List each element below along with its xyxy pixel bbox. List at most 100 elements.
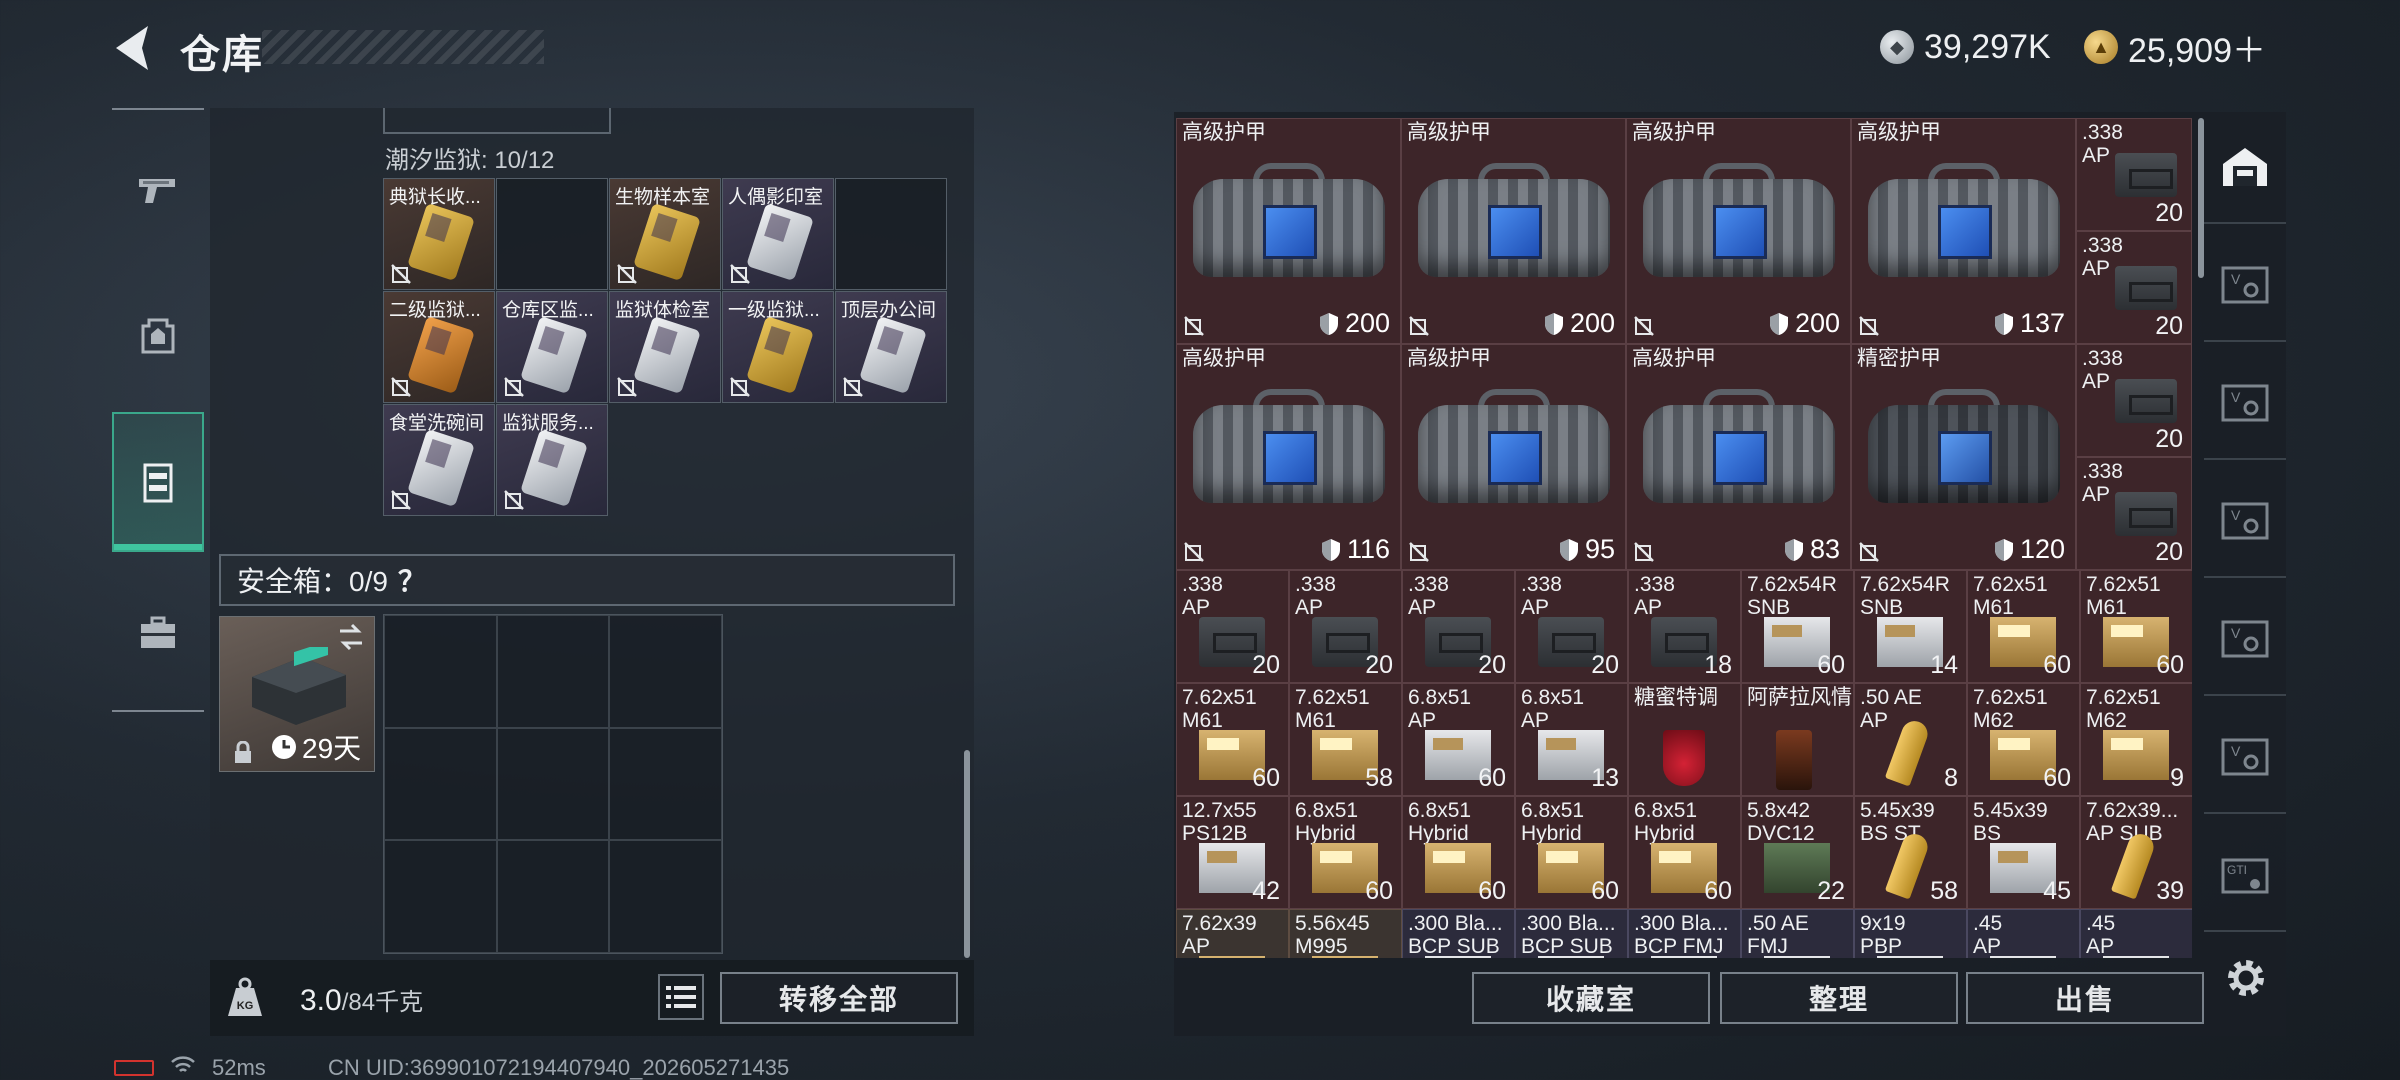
ammo-item[interactable]: 7.62x51 M61 60	[1967, 570, 2080, 683]
stash-tab-gti[interactable]: GTI	[2204, 820, 2286, 932]
ammo-item[interactable]: 6.8x51 Hybrid 60	[1402, 796, 1515, 909]
ammo-item[interactable]: .338 AP 20	[1289, 570, 1402, 683]
consumable-item[interactable]: .45 AP	[1967, 909, 2080, 958]
consumable-item[interactable]: 7.62x39 AP	[1176, 909, 1289, 958]
safe-slot[interactable]	[496, 840, 610, 953]
keycard-item[interactable]: 监狱服务...	[496, 404, 608, 516]
ammo-item[interactable]: 6.8x51 Hybrid 60	[1515, 796, 1628, 909]
ammo-item[interactable]: 7.62x54R SNB 60	[1741, 570, 1854, 683]
consumable-item[interactable]: .300 Bla... BCP FMJ	[1628, 909, 1741, 958]
category-storage[interactable]	[112, 412, 204, 552]
keycard-item[interactable]: 监狱体检室	[609, 291, 721, 403]
keycard-item[interactable]: 典狱长收...	[383, 178, 495, 290]
safe-slot[interactable]	[384, 615, 497, 728]
consumable-item[interactable]: 9x19 PBP	[1854, 909, 1967, 958]
safe-box-item[interactable]: 29天	[219, 616, 375, 772]
ammo-item[interactable]: .338 AP 18	[1628, 570, 1741, 683]
safe-slot[interactable]	[609, 840, 722, 953]
keycard-icon	[746, 202, 814, 282]
ammo-item[interactable]: 5.45x39 BS 45	[1967, 796, 2080, 909]
ammo-item[interactable]: 7.62x39... AP SUB39	[2080, 796, 2192, 909]
list-view-button[interactable]	[658, 974, 704, 1020]
armor-item[interactable]: 高级护甲 137	[1851, 118, 2076, 344]
safe-slot[interactable]	[496, 727, 610, 841]
drink-icon	[1663, 730, 1705, 786]
ammo-item[interactable]: 7.62x51 M62 60	[1967, 683, 2080, 796]
keycard-item[interactable]: 食堂洗碗间	[383, 404, 495, 516]
ammo-item[interactable]: .338 AP 20	[1515, 570, 1628, 683]
ammo-item[interactable]: 6.8x51 AP 60	[1402, 683, 1515, 796]
ammo-item[interactable]: 5.45x39 BS ST 58	[1854, 796, 1967, 909]
stash-tab-vip-2[interactable]: V	[2204, 348, 2286, 460]
ammo-item[interactable]: 7.62x51 M61 60	[1176, 683, 1289, 796]
keycard-item[interactable]: 人偶影印室	[722, 178, 834, 290]
consumable-item[interactable]: 5.56x45 M995	[1289, 909, 1402, 958]
back-arrow-icon[interactable]	[108, 22, 158, 74]
sort-button[interactable]: 整理	[1720, 972, 1958, 1024]
vip-stash-icon: V	[2221, 738, 2269, 776]
transfer-all-button[interactable]: 转移全部	[720, 972, 958, 1024]
safe-slot[interactable]	[609, 615, 722, 728]
consumable-item[interactable]: .45 AP	[2080, 909, 2192, 958]
keycard-item[interactable]: 仓库区监...	[496, 291, 608, 403]
ammo-item[interactable]: 7.62x51 M62 9	[2080, 683, 2192, 796]
keycard-item[interactable]: 一级监狱...	[722, 291, 834, 403]
stash-tab-home[interactable]	[2204, 112, 2286, 224]
ammo-item[interactable]: 5.8x42 DVC12 22	[1741, 796, 1854, 909]
stash-tab-vip-5[interactable]: V	[2204, 702, 2286, 814]
no-trade-icon	[617, 377, 637, 397]
consumable-item[interactable]: 糖蜜特调	[1628, 683, 1741, 796]
category-gear[interactable]	[112, 280, 204, 390]
ammo-item[interactable]: 7.62x54R SNB 14	[1854, 570, 1967, 683]
armor-item[interactable]: 精密护甲 120	[1851, 344, 2076, 570]
ammo-item[interactable]: .338 AP 20	[1402, 570, 1515, 683]
keycard-icon	[633, 315, 701, 395]
consumable-item[interactable]: .50 AE FMJ	[1741, 909, 1854, 958]
ammo-item[interactable]: 6.8x51 Hybrid 60	[1289, 796, 1402, 909]
safe-slot[interactable]	[384, 727, 497, 841]
consumable-item[interactable]: .300 Bla... BCP SUB	[1402, 909, 1515, 958]
durability: 200	[1319, 308, 1390, 339]
ammo-item[interactable]: 6.8x51 AP 13	[1515, 683, 1628, 796]
ammo-item[interactable]: .338 AP 20	[2076, 344, 2192, 457]
armor-item[interactable]: 高级护甲 116	[1176, 344, 1401, 570]
consumable-item[interactable]: .300 Bla... BCP SUB	[1515, 909, 1628, 958]
safe-slot[interactable]	[496, 615, 610, 728]
category-kits[interactable]	[112, 578, 204, 688]
ammo-item[interactable]: .338 AP 20	[2076, 457, 2192, 570]
sell-button[interactable]: 出售	[1966, 972, 2204, 1024]
keycard-item[interactable]: 生物样本室	[609, 178, 721, 290]
keycard-item[interactable]: 顶层办公间	[835, 291, 947, 403]
safe-slot[interactable]	[384, 840, 497, 953]
gold-currency[interactable]: ▲ 25,909＋	[2084, 22, 2266, 72]
item-count: 60	[1252, 764, 1280, 792]
ammo-item[interactable]: .338 AP 20	[2076, 118, 2192, 231]
armor-item[interactable]: 高级护甲 200	[1176, 118, 1401, 344]
ammo-item[interactable]: 6.8x51 Hybrid 60	[1628, 796, 1741, 909]
ammo-item[interactable]: 7.62x51 M61 60	[2080, 570, 2192, 683]
consumable-item[interactable]: 阿萨拉风情	[1741, 683, 1854, 796]
armor-item[interactable]: 高级护甲 83	[1626, 344, 1851, 570]
keycard-empty-slot[interactable]	[835, 178, 947, 290]
ammo-item[interactable]: .338 AP 20	[2076, 231, 2192, 344]
ammo-item[interactable]: .50 AE AP 8	[1854, 683, 1967, 796]
stash-tab-vip-4[interactable]: V	[2204, 584, 2286, 696]
armor-item[interactable]: 高级护甲 95	[1401, 344, 1626, 570]
stash-tab-vip-1[interactable]: V	[2204, 230, 2286, 342]
collection-room-button[interactable]: 收藏室	[1472, 972, 1710, 1024]
gear-icon[interactable]	[2222, 954, 2270, 1002]
ammo-item[interactable]: 12.7x55 PS12B 42	[1176, 796, 1289, 909]
armor-item[interactable]: 高级护甲 200	[1626, 118, 1851, 344]
safe-box-header: 安全箱：0/9 ？	[219, 554, 955, 606]
safe-slot[interactable]	[609, 727, 722, 841]
ammo-item[interactable]: .338 AP 20	[1176, 570, 1289, 683]
help-icon[interactable]: ？	[398, 560, 426, 600]
keycard-empty-slot[interactable]	[496, 178, 608, 290]
inventory-scrollbar[interactable]	[964, 750, 970, 958]
ammo-item[interactable]: 7.62x51 M61 58	[1289, 683, 1402, 796]
no-trade-icon	[1409, 316, 1429, 336]
keycard-item[interactable]: 二级监狱...	[383, 291, 495, 403]
stash-tab-vip-3[interactable]: V	[2204, 466, 2286, 578]
armor-item[interactable]: 高级护甲 200	[1401, 118, 1626, 344]
category-weapons[interactable]	[112, 135, 204, 245]
